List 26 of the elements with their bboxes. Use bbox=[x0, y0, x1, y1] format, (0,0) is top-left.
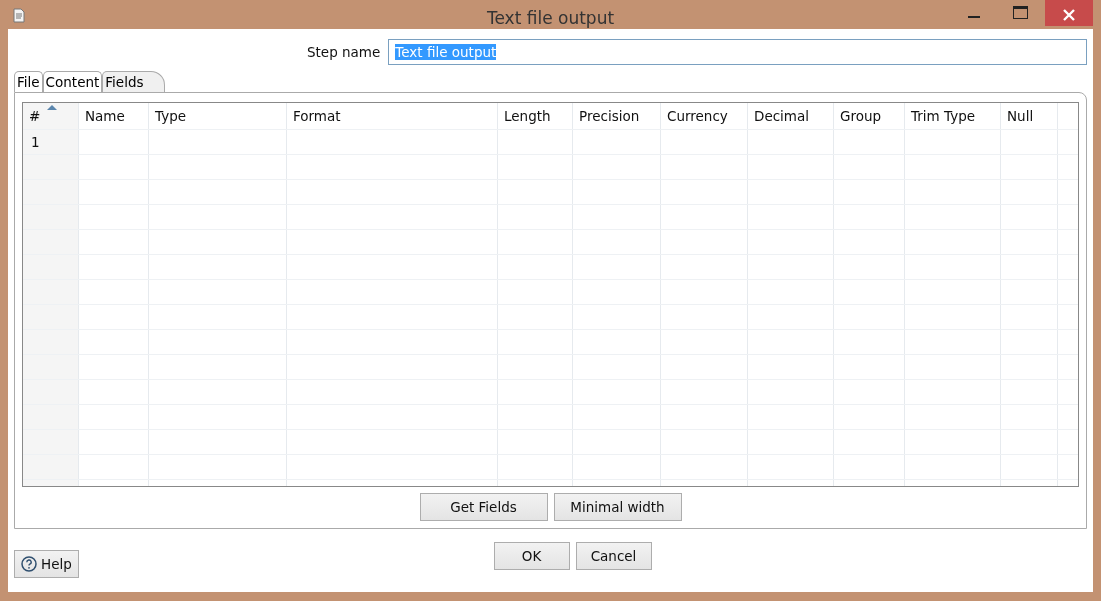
tab[interactable]: File bbox=[14, 71, 43, 92]
column-header[interactable]: Group bbox=[834, 103, 905, 129]
close-button[interactable] bbox=[1045, 0, 1093, 26]
sort-arrow-icon bbox=[47, 105, 57, 110]
table-action-button[interactable]: Get Fields bbox=[419, 493, 548, 521]
column-header[interactable]: Null bbox=[1001, 103, 1058, 129]
column-header[interactable]: Type bbox=[149, 103, 287, 129]
step-name-label: Step name bbox=[307, 44, 381, 60]
window-title: Text file output bbox=[486, 8, 615, 28]
column-header[interactable]: Format bbox=[287, 103, 498, 129]
tab[interactable]: Content bbox=[42, 71, 103, 92]
dialog-button[interactable]: OK bbox=[493, 542, 570, 570]
document-icon bbox=[12, 6, 26, 23]
help-icon bbox=[21, 556, 37, 572]
dialog-button[interactable]: Cancel bbox=[575, 542, 652, 570]
column-header[interactable]: Trim Type bbox=[905, 103, 1001, 129]
column-header[interactable]: Length bbox=[498, 103, 573, 129]
column-header[interactable]: Decimal bbox=[748, 103, 834, 129]
help-button[interactable]: Help bbox=[14, 550, 79, 578]
row-number: 1 bbox=[23, 130, 79, 154]
column-header[interactable]: Currency bbox=[661, 103, 748, 129]
column-header[interactable]: Name bbox=[79, 103, 149, 129]
table-action-button[interactable]: Minimal width bbox=[553, 493, 682, 521]
column-header[interactable]: Precision bbox=[573, 103, 661, 129]
tab[interactable]: Fields bbox=[102, 71, 165, 92]
close-icon bbox=[1062, 7, 1076, 22]
